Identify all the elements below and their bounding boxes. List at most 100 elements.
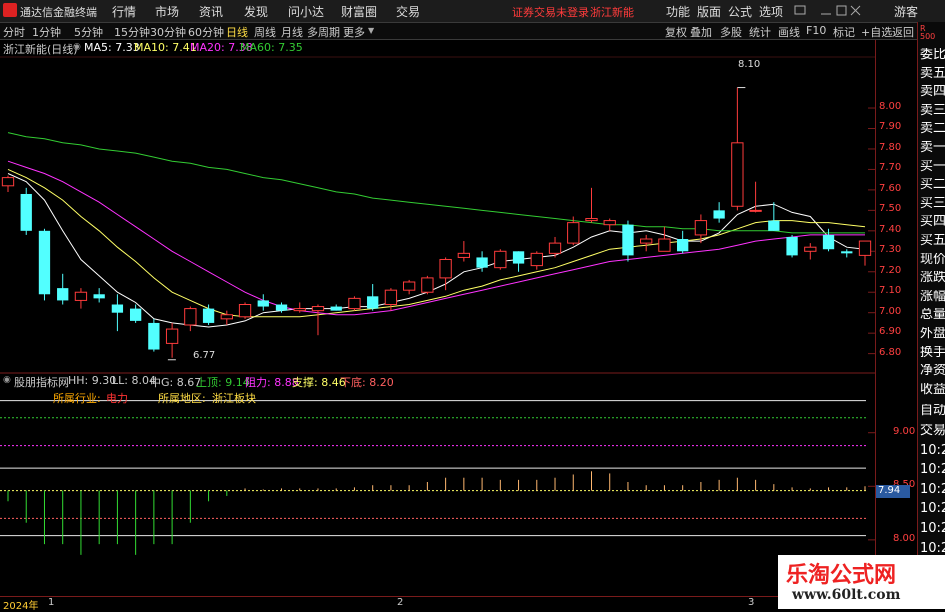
menu-trade[interactable]: 交易	[396, 3, 420, 20]
tool-overlay[interactable]: 叠加	[690, 24, 712, 40]
quote-side-panel[interactable]: R 500 委比 卖五 卖四 卖三 卖二 卖一 买一 买二 买三 买四 买五 现价 涨跌 涨幅 总量 外盘 换手 净资…	[917, 22, 945, 594]
menu-function[interactable]: 功能	[666, 3, 690, 20]
side-item[interactable]: 外盘	[920, 327, 945, 340]
period-more[interactable]: 更多	[343, 24, 365, 40]
tool-f10[interactable]: F10	[806, 24, 826, 37]
candle-up	[603, 220, 616, 226]
tool-multistock[interactable]: 多股	[720, 24, 742, 40]
tool-draw[interactable]: 画线	[778, 24, 800, 40]
candle-up	[585, 218, 598, 222]
period-5min[interactable]: 5分钟	[74, 24, 103, 40]
indicator-toggle-icon[interactable]: ◉	[3, 375, 11, 385]
ma60-value: MA60: 7.35	[240, 41, 303, 54]
period-monthly[interactable]: 月线	[281, 24, 303, 40]
side-item[interactable]: 10:20	[920, 483, 945, 496]
candle-up	[421, 277, 434, 293]
period-60min[interactable]: 60分钟	[188, 24, 224, 40]
tool-mark[interactable]: 标记	[833, 24, 855, 40]
legend-toggle-icon[interactable]: ◉	[73, 42, 81, 52]
y-tick-label: 6.80	[879, 346, 902, 358]
tool-stats[interactable]: 统计	[749, 24, 771, 40]
side-item[interactable]: 卖二	[920, 122, 945, 135]
side-item[interactable]: 卖五	[920, 67, 945, 80]
kline-chart[interactable]	[0, 40, 875, 605]
menu-discover[interactable]: 发现	[244, 3, 268, 20]
side-item[interactable]: 总量	[920, 308, 945, 321]
period-weekly[interactable]: 周线	[254, 24, 276, 40]
menu-news[interactable]: 资讯	[199, 3, 223, 20]
side-item[interactable]: 自动	[920, 404, 945, 417]
tool-adjust[interactable]: 复权	[665, 24, 687, 40]
more-chevron-icon[interactable]: ▼	[368, 26, 374, 35]
ind-bottom: 下底: 8.20	[340, 376, 394, 389]
menu-layout[interactable]: 版面	[697, 3, 721, 20]
menu-market[interactable]: 市场	[155, 3, 179, 20]
side-item[interactable]: 换手	[920, 346, 945, 359]
menu-formula[interactable]: 公式	[728, 3, 752, 20]
candle-down	[622, 224, 634, 256]
login-alert[interactable]: 证券交易未登录	[512, 4, 589, 20]
menu-quotes[interactable]: 行情	[112, 3, 136, 20]
guest-label[interactable]: 游客	[894, 3, 918, 20]
region-label: 所属地区:	[158, 392, 206, 405]
region-value: 浙江板块	[212, 392, 256, 405]
side-item[interactable]: 10:20	[920, 502, 945, 515]
candle-up	[74, 291, 88, 301]
side-item[interactable]: 10:20	[920, 463, 945, 476]
menu-xiaoda[interactable]: 问小达	[288, 3, 324, 20]
close-icon[interactable]	[850, 5, 861, 16]
maximize-icon[interactable]	[836, 5, 847, 16]
side-item[interactable]: 买二	[920, 178, 945, 191]
candle-down	[20, 193, 32, 231]
side-item[interactable]: 现价	[920, 253, 945, 266]
side-item[interactable]: 涨跌	[920, 271, 945, 284]
menu-options[interactable]: 选项	[759, 3, 783, 20]
y-tick-label: 7.60	[879, 182, 902, 194]
side-500-label[interactable]: 500	[920, 30, 945, 43]
side-item[interactable]: 买三	[920, 197, 945, 210]
side-item[interactable]: 卖四	[920, 85, 945, 98]
side-item[interactable]: 10:20	[920, 522, 945, 535]
candle-up	[1, 177, 15, 187]
side-item[interactable]: 交易	[920, 424, 945, 437]
chat-icon[interactable]	[794, 5, 806, 15]
side-item[interactable]: 买四	[920, 215, 945, 228]
candle-up	[530, 252, 543, 267]
period-daily[interactable]: 日线	[226, 24, 248, 40]
tool-add-watchlist[interactable]: +自选	[861, 24, 892, 40]
candle-up	[184, 308, 197, 326]
candle-up	[220, 314, 233, 320]
y-tick-label: 7.00	[879, 305, 902, 317]
side-item[interactable]: 买五	[920, 234, 945, 247]
side-item[interactable]: 卖三	[920, 104, 945, 117]
candle-up	[165, 328, 179, 344]
x-year: 2024年	[3, 601, 39, 612]
period-1min[interactable]: 1分钟	[32, 24, 61, 40]
side-item[interactable]: 卖一	[920, 141, 945, 154]
y-tick-label: 7.70	[879, 162, 902, 174]
candle-down	[768, 220, 780, 231]
ind-top: 上顶: 9.14	[196, 376, 250, 389]
candle-up	[293, 308, 306, 312]
period-multi[interactable]: 多周期	[307, 24, 340, 40]
side-item[interactable]: 涨幅	[920, 290, 945, 303]
menu-wealth[interactable]: 财富圈	[341, 3, 377, 20]
side-item[interactable]: 收益	[920, 383, 945, 396]
candle-up	[749, 209, 762, 212]
side-item[interactable]: 买一	[920, 160, 945, 173]
side-item[interactable]: 10:21	[920, 542, 945, 555]
candle-up	[548, 242, 562, 254]
period-30min[interactable]: 30分钟	[150, 24, 186, 40]
period-15min[interactable]: 15分钟	[114, 24, 150, 40]
x-month-1: 1	[48, 597, 55, 608]
candle-down	[129, 308, 142, 321]
stock-name-top: 浙江新能	[590, 6, 634, 19]
stock-title: 浙江新能(日线)	[3, 43, 78, 56]
side-item[interactable]: 净资	[920, 364, 945, 377]
x-month-2: 2	[397, 597, 404, 608]
side-item[interactable]: 委比	[920, 48, 945, 61]
date-axis: 2024年 1 2 3	[0, 596, 875, 612]
side-item[interactable]: 10:20	[920, 444, 945, 457]
period-intraday[interactable]: 分时	[3, 24, 25, 40]
tool-back[interactable]: 返回	[892, 24, 914, 40]
